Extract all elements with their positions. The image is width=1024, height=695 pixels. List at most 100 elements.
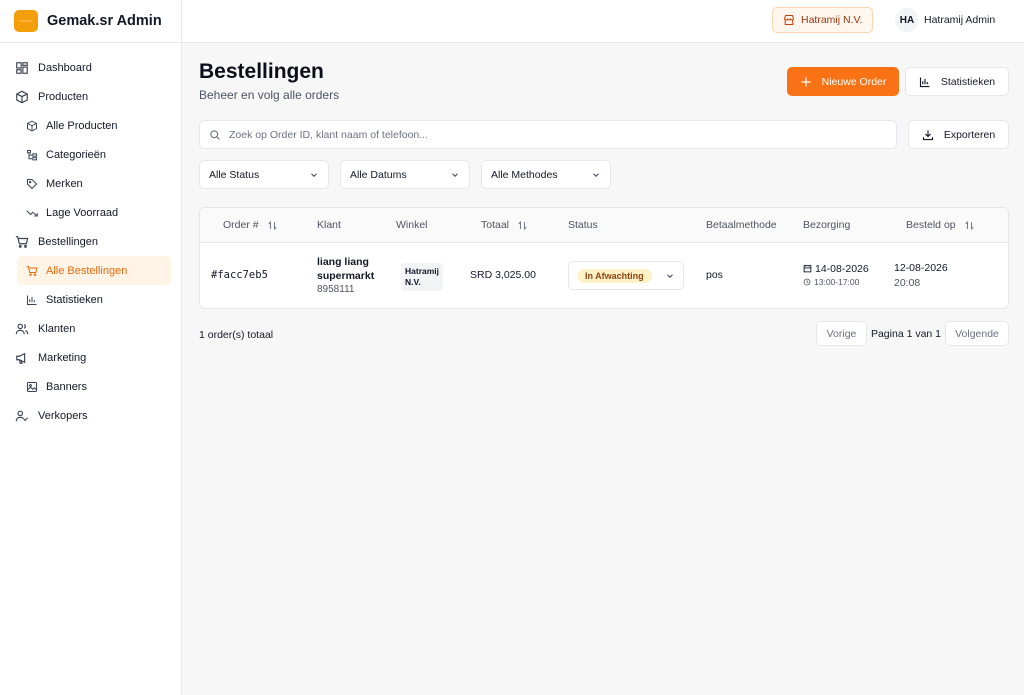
- user-check-icon: [15, 409, 29, 423]
- status-filter[interactable]: Alle Status: [199, 160, 329, 189]
- store-selector[interactable]: Hatramij N.V.: [772, 7, 874, 33]
- sidebar-item-label: Klanten: [38, 322, 76, 335]
- user-menu[interactable]: HA Hatramij Admin: [895, 8, 995, 32]
- store-icon: [783, 14, 795, 26]
- sidebar-item-bestellingen[interactable]: Bestellingen: [0, 227, 181, 256]
- plus-icon: [800, 76, 812, 88]
- status-badge: In Afwachting: [577, 268, 652, 283]
- column-totaal[interactable]: Totaal: [481, 219, 528, 231]
- bar-chart-icon: [919, 76, 931, 88]
- status-select[interactable]: In Afwachting: [568, 261, 684, 290]
- sidebar-item-label: Lage Voorraad: [46, 206, 119, 219]
- dashboard-icon: [15, 61, 29, 75]
- sidebar-item-label: Alle Bestellingen: [46, 264, 128, 277]
- brand-logo: [14, 10, 38, 32]
- sidebar-item-alle-producten[interactable]: Alle Producten: [17, 111, 171, 140]
- method-filter-value: Alle Methodes: [491, 168, 558, 181]
- column-label: Totaal: [481, 219, 510, 231]
- status-filter-value: Alle Status: [209, 168, 260, 181]
- column-order[interactable]: Order #: [223, 219, 278, 231]
- column-status: Status: [568, 219, 598, 231]
- next-button[interactable]: Volgende: [945, 321, 1009, 346]
- column-betaalmethode: Betaalmethode: [706, 219, 777, 231]
- export-label: Exporteren: [943, 128, 996, 141]
- order-total: SRD 3,025.00: [470, 269, 536, 281]
- megaphone-icon: [15, 351, 29, 365]
- customer-phone: 8958111: [317, 284, 355, 295]
- sidebar-item-label: Banners: [46, 380, 87, 393]
- column-label: Besteld op: [906, 219, 956, 231]
- table-row[interactable]: #facc7eb5 liang liang supermarkt 8958111…: [200, 243, 1008, 309]
- sidebar-item-label: Verkopers: [38, 409, 88, 422]
- sidebar-item-label: Alle Producten: [46, 119, 118, 132]
- chevron-down-icon: [452, 172, 458, 177]
- sidebar-item-categorieen[interactable]: Categorieën: [17, 140, 171, 169]
- sidebar-item-marketing[interactable]: Marketing: [0, 343, 181, 372]
- delivery-time-value: 13:00-17:00: [814, 277, 860, 287]
- export-button[interactable]: Exporteren: [908, 120, 1009, 149]
- column-winkel: Winkel: [396, 219, 428, 231]
- column-label: Klant: [317, 219, 341, 231]
- sidebar-item-klanten[interactable]: Klanten: [0, 314, 181, 343]
- column-label: Status: [568, 219, 598, 231]
- store-badge: Hatramij N.V.: [401, 263, 443, 291]
- date-filter[interactable]: Alle Datums: [340, 160, 470, 189]
- sidebar-item-producten[interactable]: Producten: [0, 82, 181, 111]
- sidebar-item-banners[interactable]: Banners: [17, 372, 171, 401]
- sidebar-item-label: Statistieken: [46, 293, 103, 306]
- tree-icon: [26, 149, 38, 161]
- search-input[interactable]: [229, 128, 869, 141]
- customer-name: liang liang supermarkt: [317, 256, 375, 282]
- store-name: Hatramij N.V.: [801, 14, 863, 26]
- chevron-down-icon: [311, 172, 317, 177]
- previous-button[interactable]: Vorige: [816, 321, 867, 346]
- column-label: Bezorging: [803, 219, 851, 231]
- column-besteld-op[interactable]: Besteld op: [906, 219, 975, 231]
- download-icon: [922, 129, 934, 141]
- sidebar-item-dashboard[interactable]: Dashboard: [0, 53, 181, 82]
- tag-icon: [26, 178, 38, 190]
- sidebar-item-alle-bestellingen[interactable]: Alle Bestellingen: [17, 256, 171, 285]
- sidebar-item-merken[interactable]: Merken: [17, 169, 171, 198]
- page-indicator: Pagina 1 van 1: [870, 327, 942, 340]
- page-title: Bestellingen: [199, 60, 324, 83]
- chevron-down-icon: [667, 273, 673, 278]
- delivery-date-value: 14-08-2026: [815, 263, 869, 275]
- column-label: Betaalmethode: [706, 219, 777, 231]
- method-filter[interactable]: Alle Methodes: [481, 160, 611, 189]
- new-order-button[interactable]: Nieuwe Order: [787, 67, 899, 96]
- users-icon: [15, 322, 29, 336]
- sidebar-item-lage-voorraad[interactable]: Lage Voorraad: [17, 198, 171, 227]
- avatar: HA: [895, 8, 919, 32]
- order-count: 1 order(s) totaal: [199, 329, 274, 341]
- statistics-button[interactable]: Statistieken: [905, 67, 1009, 96]
- app-title: Gemak.sr Admin: [47, 13, 162, 29]
- image-icon: [26, 381, 38, 393]
- search-box[interactable]: [199, 120, 897, 149]
- sidebar-item-label: Dashboard: [38, 61, 92, 74]
- trend-down-icon: [26, 207, 38, 219]
- top-bar: Hatramij N.V. HA Hatramij Admin: [182, 0, 1024, 43]
- date-filter-value: Alle Datums: [350, 168, 407, 181]
- sidebar-item-label: Bestellingen: [38, 235, 98, 248]
- sidebar-item-label: Merken: [46, 177, 83, 190]
- sidebar-item-verkopers[interactable]: Verkopers: [0, 401, 181, 430]
- chevron-down-icon: [593, 172, 599, 177]
- new-order-label: Nieuwe Order: [821, 75, 887, 88]
- box-icon: [15, 90, 29, 104]
- cart-icon: [26, 265, 38, 277]
- bar-chart-icon: [26, 294, 38, 306]
- sort-icon: [267, 220, 277, 230]
- ordered-date: 12-08-2026: [894, 262, 948, 274]
- clock-icon: [803, 278, 811, 286]
- sidebar-item-label: Marketing: [38, 351, 87, 364]
- sort-icon: [965, 220, 974, 230]
- column-label: Order #: [223, 219, 259, 231]
- sort-icon: [518, 220, 527, 230]
- sidebar-item-statistieken[interactable]: Statistieken: [17, 285, 171, 314]
- calendar-icon: [803, 264, 812, 273]
- order-id[interactable]: #facc7eb5: [211, 269, 268, 281]
- brand[interactable]: Gemak.sr Admin: [0, 0, 181, 43]
- sidebar: Gemak.sr Admin Dashboard Producten Alle …: [0, 0, 182, 695]
- sidebar-item-label: Producten: [38, 90, 89, 103]
